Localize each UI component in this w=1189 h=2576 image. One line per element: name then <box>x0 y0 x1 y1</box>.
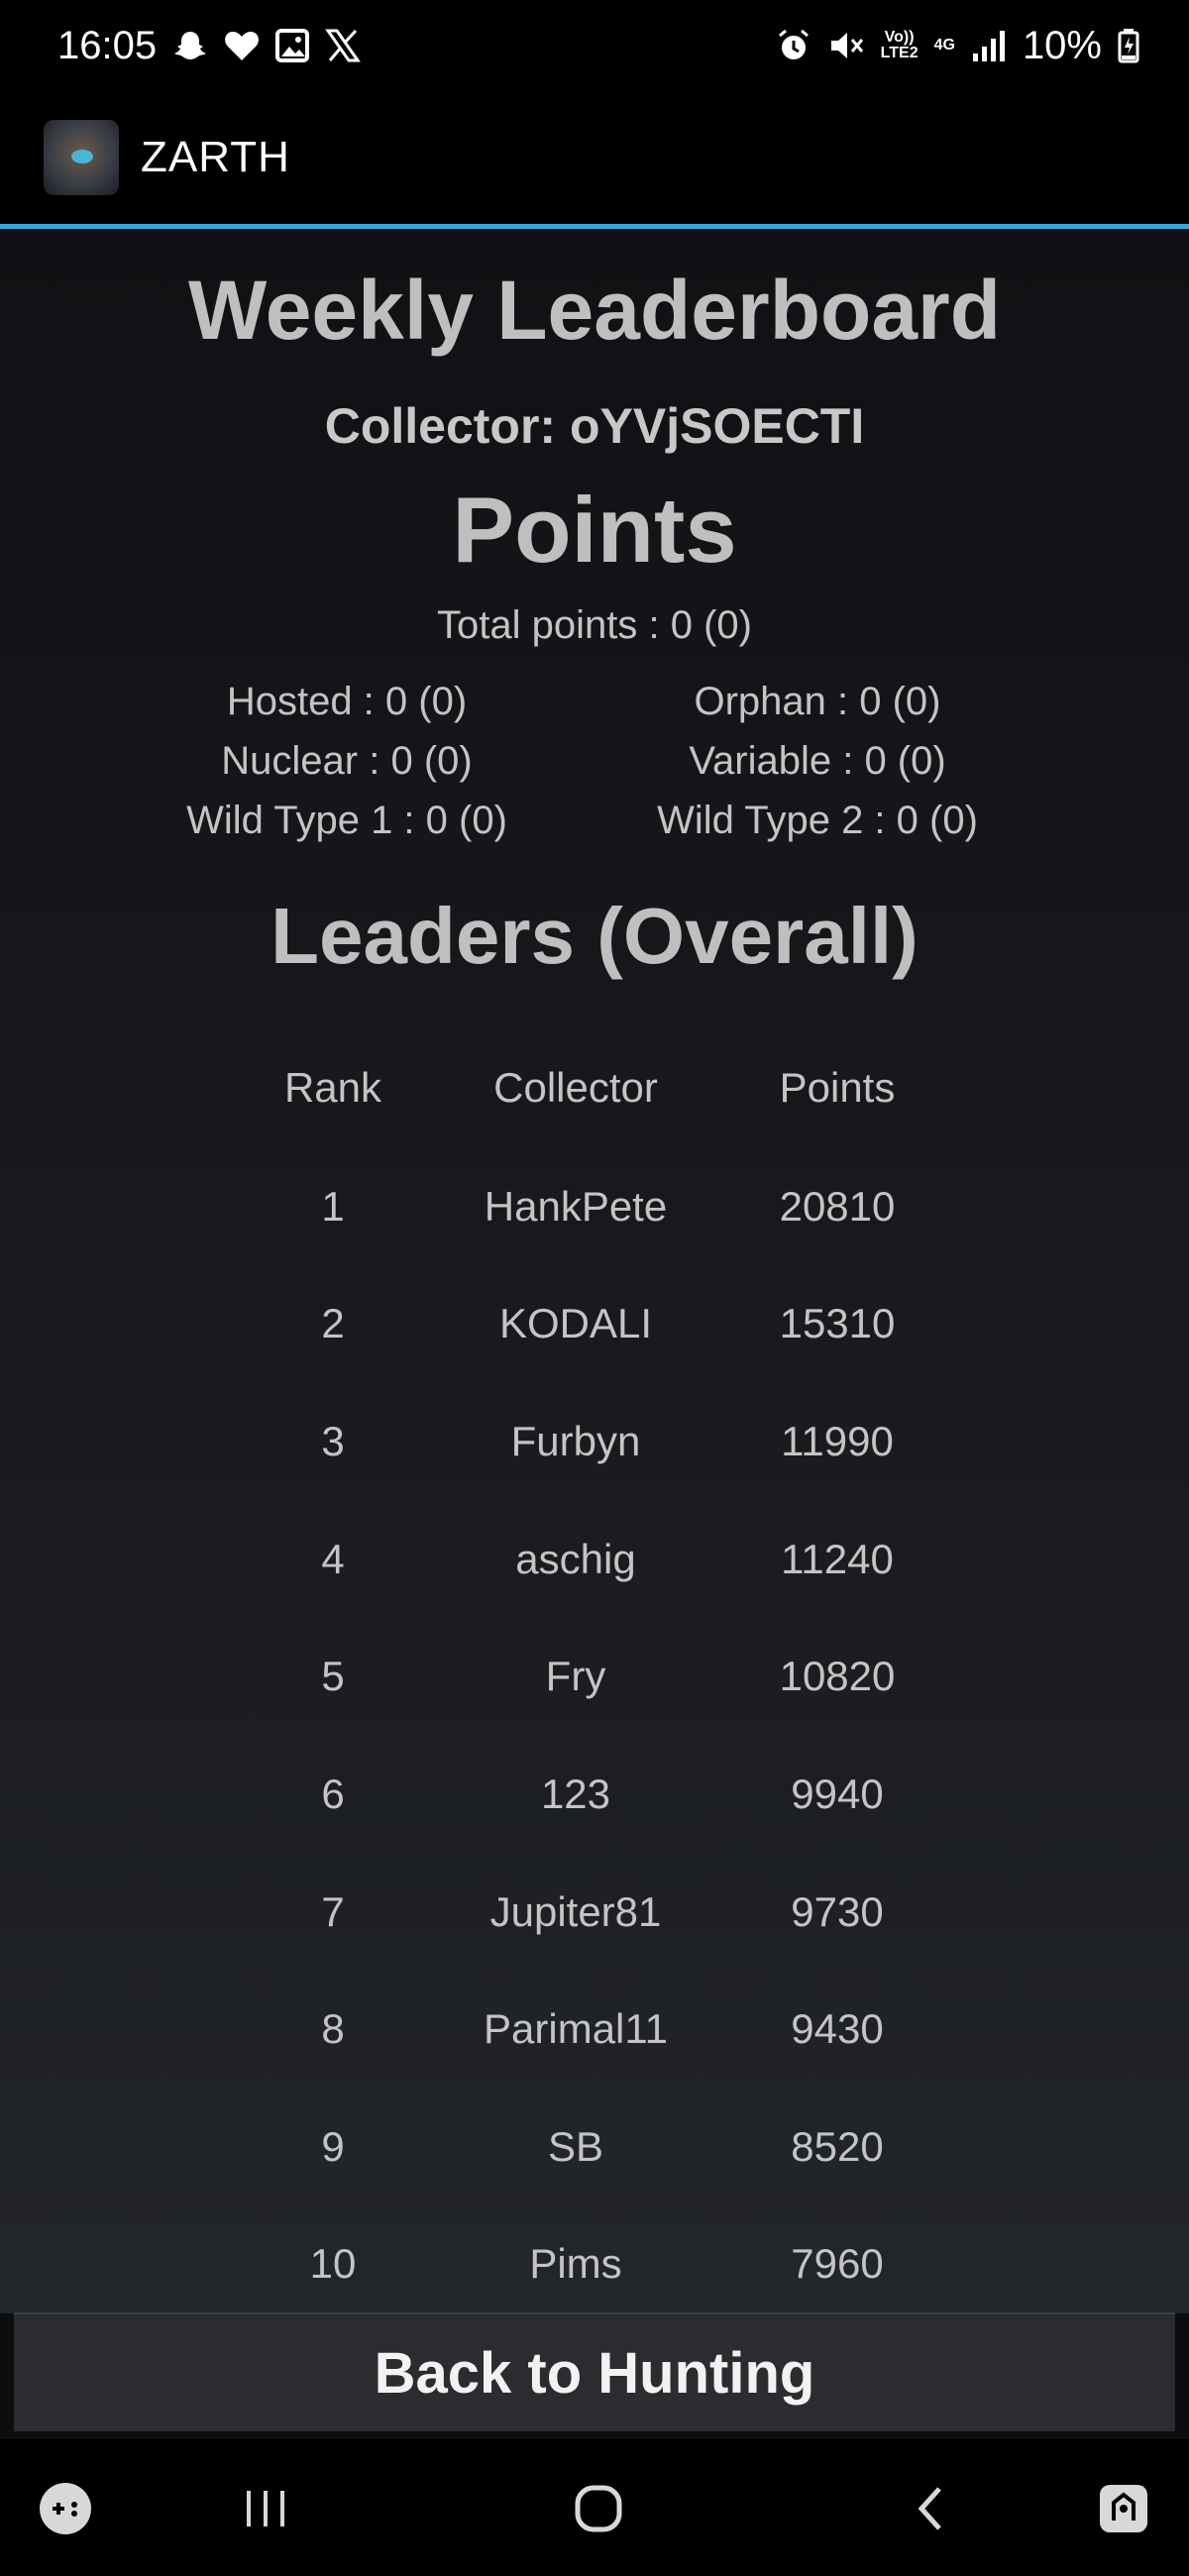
table-row: 3 Furbyn 11990 <box>0 1418 1189 1477</box>
row-rank: 3 <box>321 1418 345 1464</box>
stat-orphan: Orphan : 0 (0) <box>694 680 941 723</box>
mute-icon <box>827 28 865 63</box>
table-row: 9 SB 8520 <box>0 2123 1189 2183</box>
page-title: Weekly Leaderboard <box>187 264 1002 357</box>
network-gen: 4G <box>934 38 955 54</box>
snapchat-icon <box>172 28 208 63</box>
row-rank: 8 <box>321 2005 345 2052</box>
row-rank: 6 <box>321 1771 345 1817</box>
header-points: Points <box>779 1064 896 1111</box>
app-title: ZARTH <box>141 133 290 181</box>
row-collector: 123 <box>540 1771 611 1817</box>
row-points: 7960 <box>791 2240 884 2287</box>
table-row: 8 Parimal11 9430 <box>0 2005 1189 2065</box>
leaders-heading: Leaders (Overall) <box>270 892 919 980</box>
row-collector: Furbyn <box>510 1418 641 1464</box>
back-icon[interactable] <box>902 2479 961 2538</box>
x-icon <box>325 29 361 62</box>
row-points: 11240 <box>781 1536 894 1582</box>
table-row: 10 Pims 7960 <box>0 2240 1189 2300</box>
volte-indicator: Vo)) LTE2 <box>881 30 919 61</box>
table-header: Rank Collector Points <box>0 1064 1189 1124</box>
recent-apps-icon[interactable] <box>236 2479 295 2538</box>
row-collector: Fry <box>545 1653 606 1699</box>
table-row: 1 HankPete 20810 <box>0 1183 1189 1242</box>
row-collector: HankPete <box>484 1183 668 1230</box>
row-rank: 1 <box>321 1183 345 1230</box>
row-collector: Parimal11 <box>484 2005 668 2052</box>
net-gen: 4G <box>933 37 955 54</box>
row-collector: SB <box>547 2123 604 2170</box>
row-points: 11990 <box>781 1418 894 1464</box>
status-right: Vo)) LTE2 4G 10% <box>776 24 1139 68</box>
system-nav-bar <box>0 2439 1189 2576</box>
status-bar: 16:05 Vo)) LTE2 4G 10% <box>0 0 1189 91</box>
row-rank: 4 <box>321 1536 345 1582</box>
row-rank: 9 <box>321 2123 345 2170</box>
row-points: 20810 <box>779 1183 896 1230</box>
table-row: 5 Fry 10820 <box>0 1653 1189 1712</box>
app-logo <box>44 120 119 195</box>
stat-wild-type-2: Wild Type 2 : 0 (0) <box>657 799 978 842</box>
total-points: Total points : 0 (0) <box>437 603 752 647</box>
stat-hosted: Hosted : 0 (0) <box>226 680 468 723</box>
game-launcher-icon[interactable] <box>36 2479 95 2538</box>
row-points: 9430 <box>791 2005 884 2052</box>
row-rank: 7 <box>321 1888 345 1935</box>
row-points: 10820 <box>779 1653 896 1699</box>
leaderboard-content: Weekly Leaderboard Collector: oYVjSOECTI… <box>0 229 1189 2313</box>
alarm-icon <box>776 28 811 63</box>
app-bar: ZARTH <box>0 91 1189 224</box>
row-rank: 2 <box>321 1300 345 1346</box>
row-collector: Pims <box>529 2240 622 2287</box>
row-rank: 10 <box>309 2240 357 2287</box>
table-row: 2 KODALI 15310 <box>0 1300 1189 1359</box>
status-left: 16:05 <box>57 24 361 68</box>
row-rank: 5 <box>321 1653 345 1699</box>
net-bottom: LTE2 <box>880 45 919 61</box>
row-collector: KODALI <box>498 1300 653 1346</box>
home-icon[interactable] <box>569 2479 628 2538</box>
accessibility-icon[interactable] <box>1094 2479 1153 2538</box>
table-row: 7 Jupiter81 9730 <box>0 1888 1189 1948</box>
back-to-hunting-button[interactable]: Back to Hunting <box>14 2312 1175 2431</box>
battery-percent: 10% <box>1022 23 1102 67</box>
gallery-icon <box>275 29 310 62</box>
row-points: 9730 <box>791 1888 884 1935</box>
table-row: 6 123 9940 <box>0 1771 1189 1830</box>
table-row: 4 aschig 11240 <box>0 1536 1189 1595</box>
row-points: 9940 <box>791 1771 884 1817</box>
status-time: 16:05 <box>57 23 158 67</box>
header-rank: Rank <box>283 1064 382 1111</box>
header-collector: Collector <box>493 1064 658 1111</box>
row-points: 15310 <box>779 1300 896 1346</box>
collector-label: Collector: oYVjSOECTI <box>324 398 865 454</box>
stat-wild-type-1: Wild Type 1 : 0 (0) <box>186 799 507 842</box>
row-collector: Jupiter81 <box>489 1888 662 1935</box>
row-points: 8520 <box>791 2123 884 2170</box>
points-heading: Points <box>452 478 737 582</box>
net-top: Vo)) <box>884 29 915 46</box>
stat-variable: Variable : 0 (0) <box>689 739 946 783</box>
battery-charging-icon <box>1118 28 1139 63</box>
row-collector: aschig <box>515 1536 636 1582</box>
heart-icon <box>224 29 260 62</box>
stat-nuclear: Nuclear : 0 (0) <box>221 739 473 783</box>
signal-icon <box>971 30 1007 61</box>
